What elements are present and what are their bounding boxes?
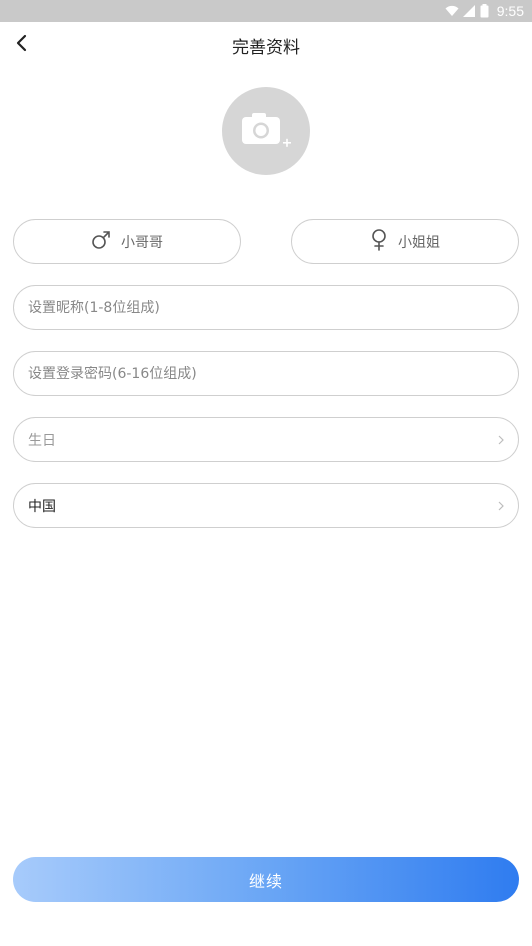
gender-male-button[interactable]: 小哥哥 <box>13 219 241 264</box>
password-field <box>13 351 519 396</box>
male-symbol-icon <box>91 230 111 254</box>
password-input[interactable] <box>28 365 504 382</box>
country-selector[interactable]: 中国 <box>13 483 519 528</box>
gender-female-button[interactable]: 小姐姐 <box>291 219 519 264</box>
camera-add-icon <box>240 109 292 153</box>
continue-button[interactable]: 继续 <box>13 857 519 902</box>
cell-signal-icon <box>462 5 476 17</box>
nickname-field <box>13 285 519 330</box>
header: 完善资料 <box>0 22 532 68</box>
chevron-right-icon <box>498 435 504 445</box>
wifi-icon <box>445 5 459 17</box>
avatar-upload-button[interactable] <box>222 87 310 175</box>
gender-male-label: 小哥哥 <box>121 234 163 251</box>
page-title: 完善资料 <box>232 37 300 58</box>
status-bar: 9:55 <box>0 0 532 22</box>
status-time: 9:55 <box>496 3 524 19</box>
country-value: 中国 <box>28 498 56 515</box>
back-button[interactable] <box>6 30 36 60</box>
female-symbol-icon <box>370 228 388 255</box>
nickname-input[interactable] <box>28 299 504 316</box>
battery-icon <box>480 4 489 18</box>
birthday-placeholder: 生日 <box>28 432 56 449</box>
birthday-selector[interactable]: 生日 <box>13 417 519 462</box>
gender-female-label: 小姐姐 <box>398 234 440 251</box>
chevron-left-icon <box>15 34 27 56</box>
chevron-right-icon <box>498 501 504 511</box>
